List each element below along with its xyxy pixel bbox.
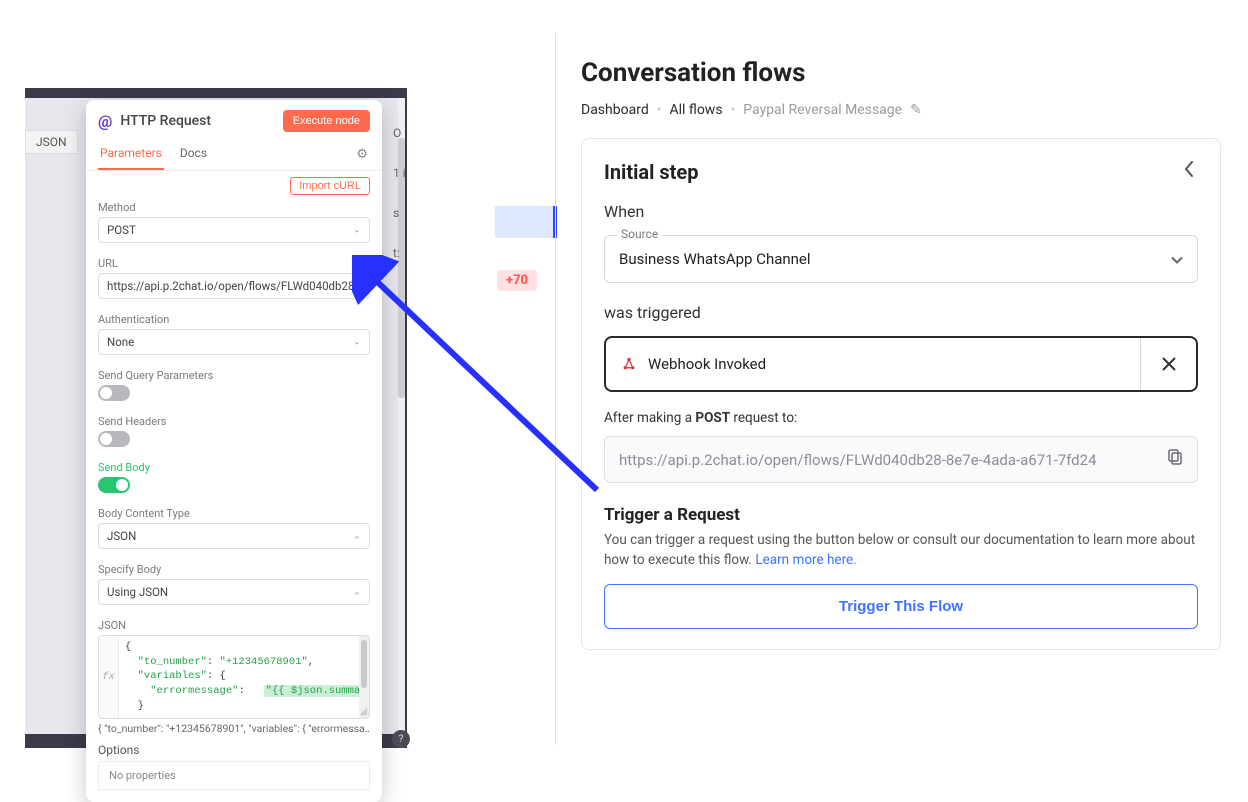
body-content-type-value: JSON <box>107 529 136 543</box>
send-query-toggle[interactable] <box>98 385 130 401</box>
method-value: POST <box>107 223 136 237</box>
clear-trigger-button[interactable] <box>1140 338 1196 390</box>
conversation-flows-section: Conversation flows Dashboard • All flows… <box>581 58 1227 650</box>
tab-parameters[interactable]: Parameters <box>98 138 164 170</box>
close-icon <box>1162 357 1176 371</box>
page-title: Conversation flows <box>581 58 1227 88</box>
crumb-current: Paypal Reversal Message <box>743 102 902 118</box>
send-body-label: Send Body <box>98 461 370 474</box>
obscured-text: O 1 i s t: <box>393 126 407 286</box>
chevron-down-icon <box>1171 250 1183 269</box>
breadcrumb: Dashboard • All flows • Paypal Reversal … <box>581 102 1227 118</box>
chevron-down-icon: ⌄ <box>353 337 361 348</box>
send-headers-label: Send Headers <box>98 415 370 428</box>
initial-step-card: Initial step When Source Business WhatsA… <box>581 138 1221 650</box>
code-content[interactable]: { "to_number": "+12345678901", "variable… <box>119 636 359 718</box>
was-triggered-label: was triggered <box>604 303 1198 322</box>
url-input[interactable]: https://api.p.2chat.io/open/flows/FLWd04… <box>98 273 370 299</box>
learn-more-link[interactable]: Learn more here. <box>755 552 856 568</box>
send-query-label: Send Query Parameters <box>98 369 370 382</box>
http-request-panel: @ HTTP Request Execute node Parameters D… <box>86 100 382 802</box>
method-label: Method <box>98 201 370 214</box>
auth-value: None <box>107 335 134 349</box>
diff-badge: +70 <box>497 270 537 291</box>
auth-select[interactable]: None ⌄ <box>98 329 370 355</box>
http-at-icon: @ <box>98 112 112 131</box>
gear-icon[interactable]: ⚙ <box>354 141 370 168</box>
mini-preview-block <box>495 206 555 238</box>
crumb-all-flows[interactable]: All flows <box>669 102 722 118</box>
specify-body-label: Specify Body <box>98 563 370 576</box>
panel-header: @ HTTP Request Execute node <box>86 100 382 132</box>
source-value: Business WhatsApp Channel <box>619 250 1161 268</box>
copy-icon <box>1168 449 1183 466</box>
auth-label: Authentication <box>98 313 370 326</box>
no-properties-box: No properties <box>98 761 370 790</box>
webhook-text: Webhook Invoked <box>648 355 766 373</box>
chevron-down-icon: ⌄ <box>353 531 361 542</box>
webhook-icon <box>620 355 638 373</box>
hint-bulb-icon[interactable]: ? <box>392 730 410 748</box>
json-view-tab[interactable]: JSON <box>25 130 78 154</box>
json-body-editor[interactable]: fx { "to_number": "+12345678901", "varia… <box>98 635 370 719</box>
specify-body-value: Using JSON <box>107 585 168 599</box>
import-curl-button[interactable]: Import cURL <box>290 177 370 195</box>
trigger-type-box[interactable]: Webhook Invoked <box>604 336 1198 392</box>
panel-tabs: Parameters Docs ⚙ <box>86 138 382 171</box>
method-select[interactable]: POST ⌄ <box>98 217 370 243</box>
json-result-preview: { "to_number": "+12345678901", "variable… <box>98 722 370 735</box>
trigger-request-heading: Trigger a Request <box>604 505 1198 525</box>
fx-gutter: fx <box>99 636 119 718</box>
webhook-url-box: https://api.p.2chat.io/open/flows/FLWd04… <box>604 436 1198 483</box>
code-scrollbar[interactable] <box>359 636 369 718</box>
vertical-divider <box>555 33 556 745</box>
collapse-icon[interactable] <box>1180 159 1198 184</box>
card-title: Initial step <box>604 160 698 184</box>
panel-title: HTTP Request <box>120 113 211 129</box>
edit-name-icon[interactable]: ✎ <box>910 102 922 118</box>
options-label: Options <box>98 743 370 757</box>
webhook-url-value[interactable]: https://api.p.2chat.io/open/flows/FLWd04… <box>619 451 1164 469</box>
body-content-type-select[interactable]: JSON ⌄ <box>98 523 370 549</box>
when-label: When <box>604 202 1198 221</box>
url-label: URL <box>98 257 370 270</box>
execute-node-button[interactable]: Execute node <box>283 110 370 132</box>
post-instruction: After making a POST request to: <box>604 410 1198 426</box>
tab-docs[interactable]: Docs <box>178 138 209 170</box>
send-headers-toggle[interactable] <box>98 431 130 447</box>
source-legend: Source <box>617 227 662 241</box>
trigger-request-description: You can trigger a request using the butt… <box>604 531 1198 570</box>
crumb-dashboard[interactable]: Dashboard <box>581 102 649 118</box>
chevron-down-icon: ⌄ <box>353 587 361 598</box>
source-select[interactable]: Source Business WhatsApp Channel <box>604 235 1198 283</box>
send-body-toggle[interactable] <box>98 477 130 493</box>
chevron-down-icon: ⌄ <box>353 225 361 236</box>
trigger-this-flow-button[interactable]: Trigger This Flow <box>604 584 1198 629</box>
body-content-type-label: Body Content Type <box>98 507 370 520</box>
breadcrumb-separator: • <box>731 102 736 118</box>
copy-url-button[interactable] <box>1164 449 1187 470</box>
specify-body-select[interactable]: Using JSON ⌄ <box>98 579 370 605</box>
card-header: Initial step <box>604 159 1198 184</box>
json-label: JSON <box>98 619 370 632</box>
breadcrumb-separator: • <box>657 102 662 118</box>
